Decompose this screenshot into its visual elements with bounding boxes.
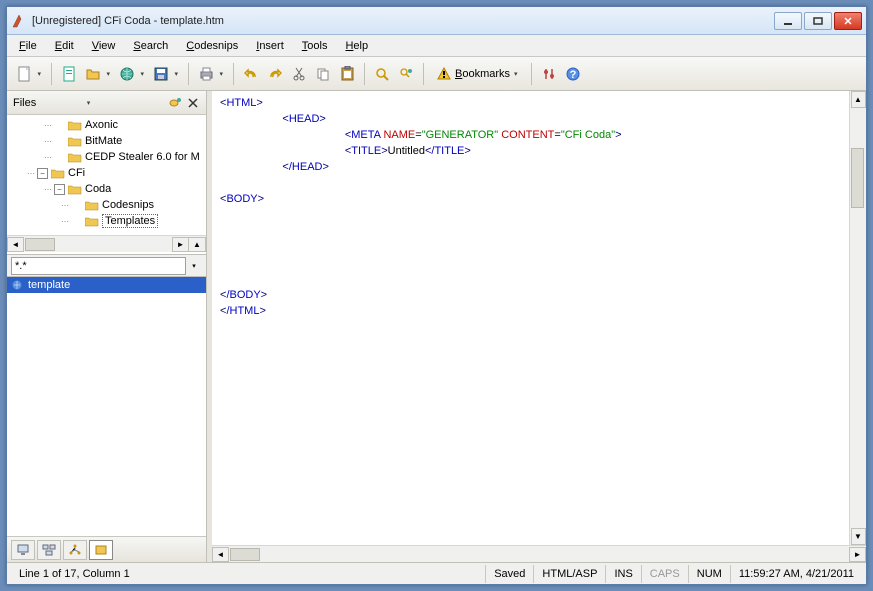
main-area: Files ▾ ⋯Axonic⋯BitMate⋯CEDP Stealer 6.0…: [7, 91, 866, 562]
status-num: NUM: [688, 565, 730, 583]
help-button[interactable]: ?: [562, 63, 584, 85]
redo-button[interactable]: [264, 63, 286, 85]
scroll-thumb[interactable]: [25, 238, 55, 251]
menu-codesnips[interactable]: Codesnips: [178, 38, 246, 54]
scroll-left-button[interactable]: ◄: [212, 547, 229, 562]
folder-tree[interactable]: ⋯Axonic⋯BitMate⋯CEDP Stealer 6.0 for M⋯−…: [7, 115, 206, 255]
minimize-button[interactable]: [774, 12, 802, 30]
tree-item[interactable]: ⋯Templates: [7, 213, 206, 229]
menu-file[interactable]: File: [11, 38, 45, 54]
separator: [51, 63, 52, 85]
scroll-left-button[interactable]: ◄: [7, 237, 24, 252]
filter-row: ▾: [7, 255, 206, 277]
bookmarks-label: ookmarks: [462, 68, 510, 80]
statusbar: Line 1 of 17, Column 1 Saved HTML/ASP IN…: [7, 562, 866, 584]
separator: [423, 63, 424, 85]
status-caps: CAPS: [641, 565, 688, 583]
app-window: [Unregistered] CFi Coda - template.htm F…: [6, 6, 867, 585]
chevron-down-icon[interactable]: ▾: [87, 99, 91, 107]
code-editor[interactable]: <HTML> <HEAD> <META NAME="GENERATOR" CON…: [212, 91, 849, 545]
close-panel-icon[interactable]: [186, 96, 200, 110]
status-saved: Saved: [485, 565, 533, 583]
tree-item[interactable]: ⋯−Coda: [7, 181, 206, 197]
menu-edit[interactable]: Edit: [47, 38, 82, 54]
status-position: Line 1 of 17, Column 1: [11, 565, 485, 583]
sidebar-header: Files ▾: [7, 91, 206, 115]
warning-icon: [437, 67, 451, 81]
sidebar: Files ▾ ⋯Axonic⋯BitMate⋯CEDP Stealer 6.0…: [7, 91, 207, 562]
app-icon: [11, 13, 27, 29]
file-item[interactable]: template: [7, 277, 206, 293]
tree-item[interactable]: ⋯Codesnips: [7, 197, 206, 213]
scroll-right-button[interactable]: ►: [849, 547, 866, 562]
vscroll-thumb[interactable]: [851, 148, 864, 208]
copy-button[interactable]: [312, 63, 334, 85]
view-sitemap-button[interactable]: [63, 540, 87, 560]
scroll-up-button[interactable]: ▲: [851, 91, 866, 108]
new-file-button[interactable]: [13, 63, 45, 85]
tree-item[interactable]: ⋯Axonic: [7, 117, 206, 133]
status-ins: INS: [605, 565, 640, 583]
separator: [233, 63, 234, 85]
bookmarks-button[interactable]: Bookmarks ▾: [430, 63, 525, 85]
editor-vscrollbar[interactable]: ▲ ▼: [849, 91, 866, 545]
config-button[interactable]: [538, 63, 560, 85]
paste-button[interactable]: [336, 63, 358, 85]
scroll-right-button[interactable]: ►: [172, 237, 189, 252]
view-files-button[interactable]: [89, 540, 113, 560]
menu-help[interactable]: Help: [337, 38, 376, 54]
svg-text:?: ?: [569, 69, 576, 81]
editor-hscrollbar[interactable]: ◄ ►: [212, 545, 866, 562]
view-network-button[interactable]: [37, 540, 61, 560]
toolbar: Bookmarks ▾ ?: [7, 57, 866, 91]
open-button[interactable]: [82, 63, 114, 85]
cut-button[interactable]: [288, 63, 310, 85]
menu-tools[interactable]: Tools: [294, 38, 336, 54]
filter-input[interactable]: [11, 257, 186, 275]
close-button[interactable]: [834, 12, 862, 30]
find-replace-button[interactable]: [395, 63, 417, 85]
scroll-up-button[interactable]: ▲: [189, 237, 206, 252]
menubar: File Edit View Search Codesnips Insert T…: [7, 35, 866, 57]
status-time: 11:59:27 AM, 4/21/2011: [730, 565, 862, 583]
filter-dropdown-button[interactable]: ▾: [186, 258, 202, 274]
titlebar[interactable]: [Unregistered] CFi Coda - template.htm: [7, 7, 866, 35]
browser-button[interactable]: [116, 63, 148, 85]
refresh-icon[interactable]: [168, 96, 182, 110]
scroll-down-button[interactable]: ▼: [851, 528, 866, 545]
print-button[interactable]: [195, 63, 227, 85]
tree-item[interactable]: ⋯−CFi: [7, 165, 206, 181]
sidebar-footer: [7, 536, 206, 562]
save-button[interactable]: [150, 63, 182, 85]
menu-view[interactable]: View: [84, 38, 124, 54]
menu-insert[interactable]: Insert: [248, 38, 292, 54]
undo-button[interactable]: [240, 63, 262, 85]
find-button[interactable]: [371, 63, 393, 85]
new-doc-button[interactable]: [58, 63, 80, 85]
tree-scrollbar[interactable]: ◄ ► ▲: [7, 235, 206, 252]
status-mode: HTML/ASP: [533, 565, 605, 583]
file-list[interactable]: template: [7, 277, 206, 536]
view-computer-button[interactable]: [11, 540, 35, 560]
tree-item[interactable]: ⋯CEDP Stealer 6.0 for M: [7, 149, 206, 165]
hscroll-thumb[interactable]: [230, 548, 260, 561]
window-title: [Unregistered] CFi Coda - template.htm: [32, 15, 774, 27]
sidebar-title[interactable]: Files: [13, 97, 83, 109]
editor-pane: <HTML> <HEAD> <META NAME="GENERATOR" CON…: [212, 91, 866, 562]
menu-search[interactable]: Search: [125, 38, 176, 54]
separator: [531, 63, 532, 85]
separator: [364, 63, 365, 85]
maximize-button[interactable]: [804, 12, 832, 30]
tree-item[interactable]: ⋯BitMate: [7, 133, 206, 149]
separator: [188, 63, 189, 85]
